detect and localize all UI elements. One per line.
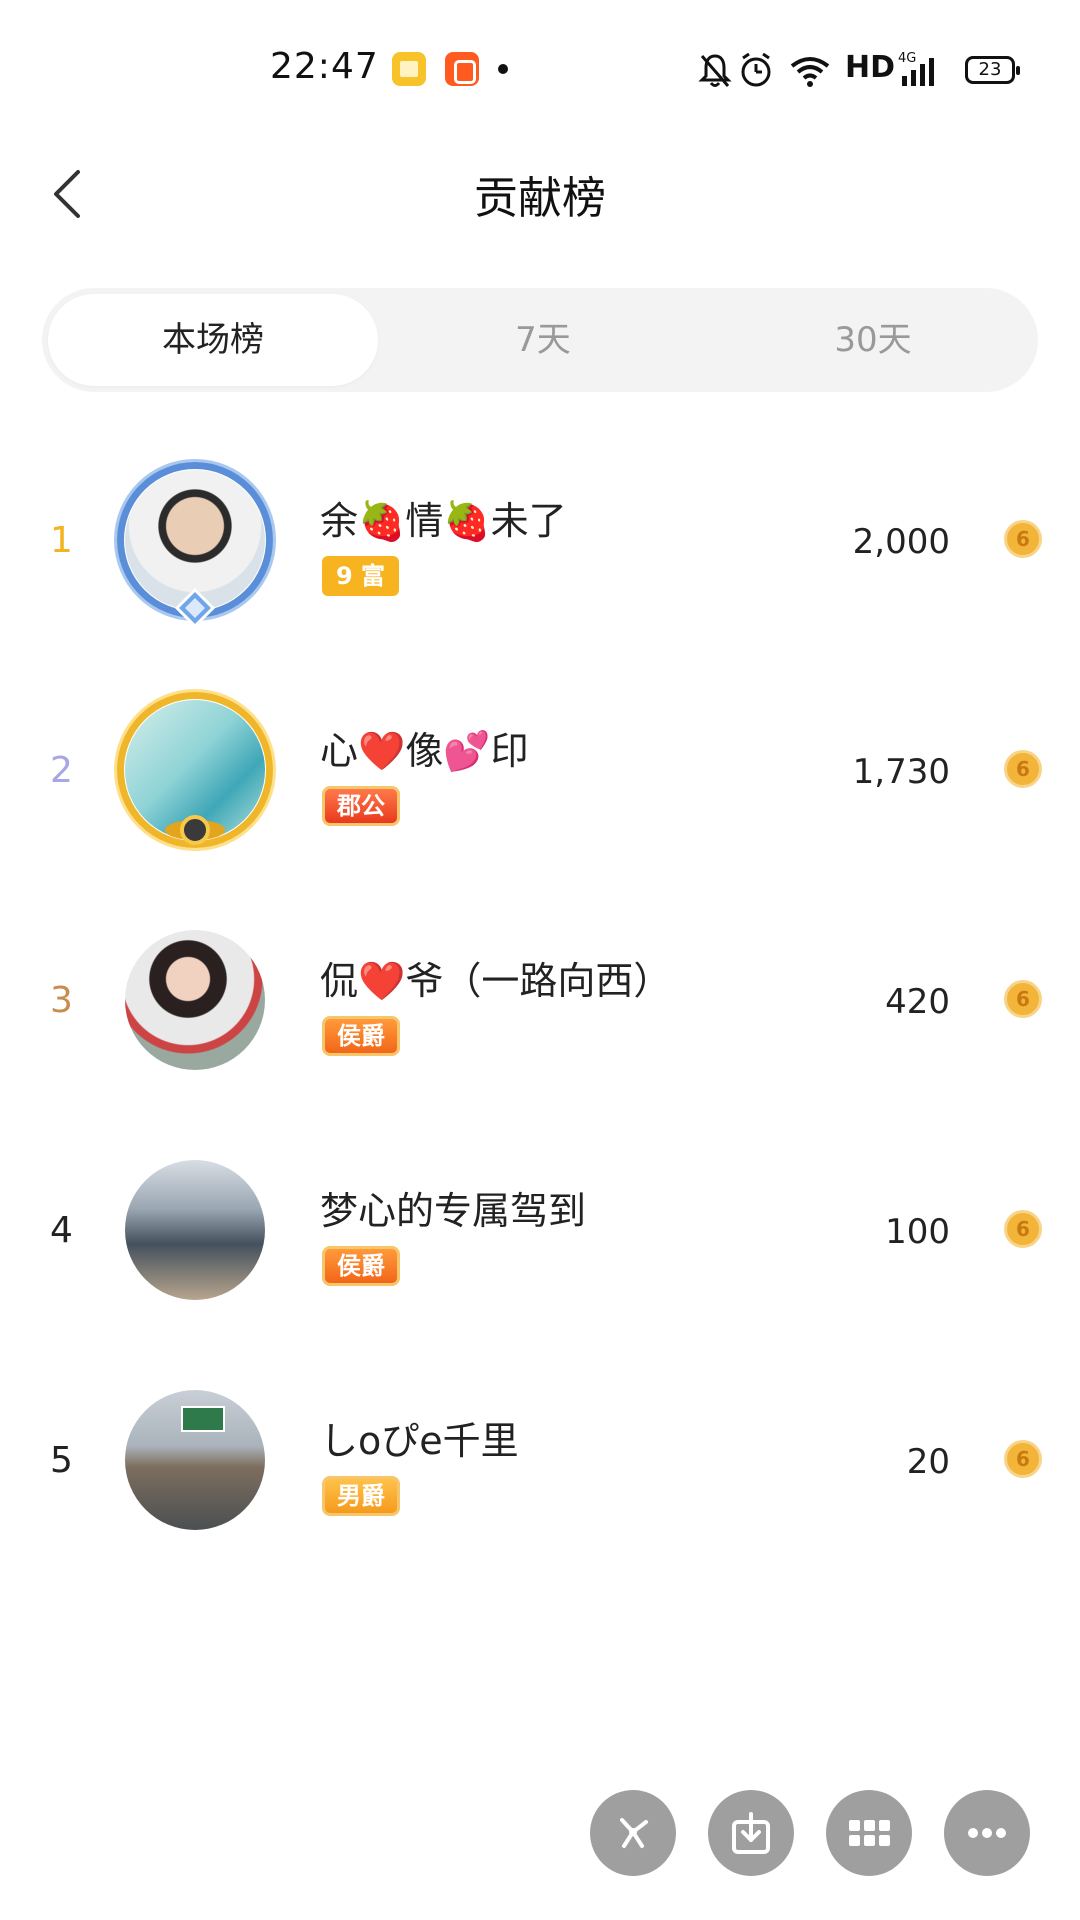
network-hd-label: HD (845, 50, 896, 85)
coin-icon (1004, 980, 1042, 1018)
rank-number: 5 (50, 1440, 73, 1481)
notes-app-icon (392, 52, 426, 86)
rank-number: 4 (50, 1210, 73, 1251)
user-name: 梦心的专属驾到 (320, 1189, 587, 1233)
alarm-icon (741, 52, 771, 87)
rank-number: 1 (50, 520, 73, 561)
list-item[interactable]: 5 しoぴe千里 男爵 20 (0, 1360, 1080, 1560)
contribution-score: 1,730 (852, 752, 950, 792)
status-bar: 22:47 HD 4G 23 (0, 0, 1080, 140)
user-name: 心❤️像💕印 (320, 729, 529, 773)
mute-icon (698, 54, 732, 87)
signal-4g-label: 4G (898, 51, 916, 66)
road-sign-image (181, 1406, 225, 1432)
user-name: しoぴe千里 (320, 1419, 519, 1463)
grid-icon (849, 1820, 890, 1846)
tab-bar: 本场榜 7天 30天 (42, 288, 1038, 392)
avatar[interactable] (125, 1390, 265, 1530)
status-time: 22:47 (270, 46, 379, 87)
tab-current-session[interactable]: 本场榜 (48, 294, 378, 386)
header: 贡献榜 (0, 140, 1080, 250)
coin-icon (1004, 1210, 1042, 1248)
noble-title-badge: 男爵 (322, 1476, 400, 1516)
contribution-score: 100 (885, 1212, 950, 1252)
noble-title-badge: 侯爵 (322, 1016, 400, 1056)
list-item[interactable]: 4 梦心的专属驾到 侯爵 100 (0, 1130, 1080, 1330)
user-name: 余🍓情🍓未了 (320, 499, 567, 543)
grid-button[interactable] (826, 1790, 912, 1876)
list-item[interactable]: 1 余🍓情🍓未了 9 富 2,000 (0, 440, 1080, 640)
download-icon (732, 1812, 770, 1854)
avatar[interactable] (125, 1160, 265, 1300)
share-icon (620, 1818, 648, 1848)
coin-icon (1004, 750, 1042, 788)
wifi-icon (790, 57, 830, 87)
more-button[interactable] (944, 1790, 1030, 1876)
download-button[interactable] (708, 1790, 794, 1876)
contribution-score: 420 (885, 982, 950, 1022)
contribution-score: 2,000 (852, 522, 950, 562)
avatar[interactable] (125, 930, 265, 1070)
notification-dot-icon (498, 64, 508, 74)
rank-number: 3 (50, 980, 73, 1021)
list-item[interactable]: 3 侃❤️爷（一路向西） 侯爵 420 (0, 900, 1080, 1100)
wealth-level-badge: 9 富 (322, 556, 400, 596)
crown-frame-icon (174, 588, 216, 628)
signal-icon: 4G (898, 51, 934, 86)
rank-number: 2 (50, 750, 73, 791)
page-title: 贡献榜 (474, 173, 606, 224)
share-button[interactable] (590, 1790, 676, 1876)
tab-30-days[interactable]: 30天 (708, 288, 1038, 392)
noble-title-badge: 郡公 (322, 786, 400, 826)
user-name: 侃❤️爷（一路向西） (320, 959, 672, 1003)
avatar[interactable] (117, 462, 273, 628)
avatar[interactable] (117, 692, 273, 848)
coin-icon (1004, 520, 1042, 558)
kuaishou-app-icon (445, 52, 479, 86)
crown-frame-icon (165, 815, 225, 845)
battery-indicator: 23 (965, 56, 1020, 84)
noble-title-badge: 侯爵 (322, 1246, 400, 1286)
list-item[interactable]: 2 心❤️像💕印 郡公 1,730 (0, 670, 1080, 870)
coin-icon (1004, 1440, 1042, 1478)
contribution-score: 20 (906, 1442, 950, 1482)
more-icon (968, 1828, 1006, 1838)
tab-7-days[interactable]: 7天 (378, 288, 708, 392)
